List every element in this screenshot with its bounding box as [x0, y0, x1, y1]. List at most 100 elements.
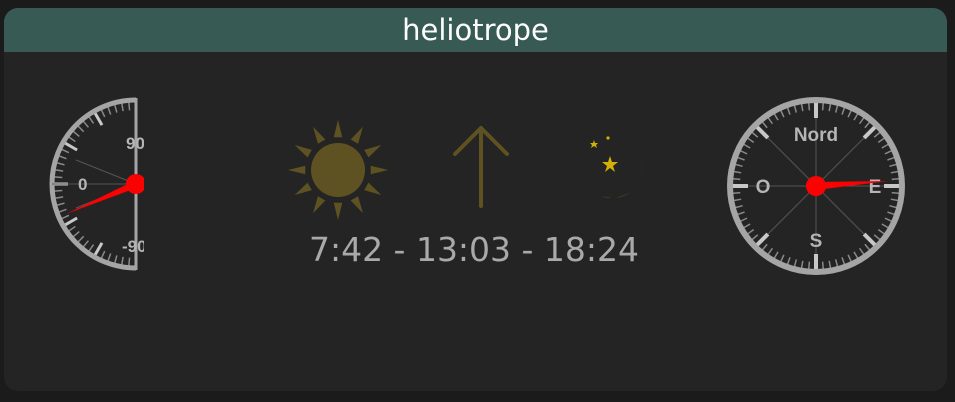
elevation-tick — [56, 162, 65, 166]
heliotrope-card: heliotrope 90 0 -90 7:42 - 13:03 - 18:24 — [4, 8, 947, 391]
sun-icon — [288, 120, 388, 220]
compass-tick — [858, 116, 865, 125]
compass-tick — [742, 143, 751, 149]
compass-tick — [800, 103, 804, 112]
elevation-gauge: 90 0 -90 — [49, 97, 144, 271]
compass-label-east: E — [869, 177, 882, 198]
arrow-up-icon — [453, 126, 509, 208]
compass-tick — [739, 217, 748, 223]
elevation-tick — [72, 130, 80, 138]
compass-tick — [786, 257, 791, 266]
compass-tick — [755, 125, 770, 140]
compass-tick — [847, 109, 853, 118]
elevation-tick — [121, 103, 124, 112]
compass-tick — [736, 156, 745, 161]
elevation-tick — [114, 104, 118, 113]
compass-tick — [834, 104, 839, 113]
compass-tick — [732, 177, 741, 181]
elevation-tick — [68, 136, 76, 143]
elevation-tick — [55, 196, 64, 199]
compass-tick — [887, 156, 896, 161]
elevation-tick — [54, 176, 63, 179]
compass-tick — [890, 198, 899, 202]
sun-times-text: 7:42 - 13:03 - 18:24 — [308, 230, 640, 269]
elevation-tick — [128, 102, 131, 111]
elevation-label-0: 0 — [78, 175, 87, 194]
elevation-tick — [93, 112, 104, 126]
compass-tick — [881, 223, 890, 229]
compass-label-north: Nord — [794, 125, 838, 146]
compass-tick — [834, 259, 839, 268]
compass-tick — [881, 143, 890, 149]
compass-tick — [873, 131, 881, 138]
compass-tick — [853, 251, 859, 260]
moon-stars-icon — [590, 136, 643, 199]
compass-tick — [862, 232, 877, 247]
elevation-tick — [55, 169, 64, 172]
compass-tick — [891, 177, 900, 181]
compass-tick — [733, 198, 742, 202]
compass-tick — [767, 247, 774, 256]
compass-tick — [853, 112, 859, 121]
compass-tick — [887, 211, 896, 216]
compass-tick — [884, 149, 893, 155]
compass-tick — [761, 121, 768, 129]
compass-needle-hub — [806, 176, 826, 196]
elevation-label-90: 90 — [126, 134, 144, 153]
compass-tick — [786, 106, 791, 115]
compass-tick — [779, 109, 785, 118]
elevation-tick — [61, 148, 70, 154]
compass-tick — [746, 228, 755, 235]
azimuth-compass: Nord E S O — [727, 97, 905, 275]
compass-tick — [889, 204, 898, 209]
compass-tick — [877, 228, 886, 235]
elevation-tick — [82, 120, 90, 128]
compass-tick — [793, 259, 798, 268]
compass-tick — [732, 191, 741, 195]
elevation-tick — [107, 253, 112, 262]
elevation-label-minus-90: -90 — [122, 237, 144, 256]
elevation-tick — [100, 109, 106, 118]
compass-tick — [821, 102, 825, 111]
compass-tick — [800, 260, 804, 269]
elevation-tick — [82, 240, 90, 248]
compass-tick — [877, 137, 886, 144]
compass-tick — [841, 257, 846, 266]
elevation-tick — [121, 256, 124, 265]
elevation-tick — [114, 255, 118, 264]
elevation-tick — [61, 214, 70, 220]
compass-tick — [761, 243, 768, 251]
elevation-tick — [107, 106, 112, 115]
elevation-tick — [88, 244, 95, 252]
compass-label-west: O — [756, 177, 771, 198]
elevation-tick — [128, 257, 131, 266]
compass-tick — [779, 254, 785, 263]
compass-tick — [858, 247, 865, 256]
compass-tick — [734, 163, 743, 168]
compass-tick — [828, 260, 832, 269]
elevation-tick — [68, 225, 76, 232]
elevation-tick — [64, 216, 78, 227]
elevation-tick — [88, 116, 95, 124]
compass-tick — [755, 232, 770, 247]
compass-tick — [889, 163, 898, 168]
compass-tick — [742, 223, 751, 229]
compass-tick — [862, 125, 877, 140]
elevation-tick — [64, 141, 78, 152]
compass-tick — [773, 251, 779, 260]
elevation-tick — [77, 125, 85, 133]
elevation-needle-hub — [126, 174, 144, 194]
compass-tick — [891, 191, 900, 195]
elevation-tick — [100, 250, 106, 259]
compass-tick — [751, 234, 759, 241]
elevation-tick — [56, 202, 65, 206]
compass-tick — [873, 234, 881, 241]
compass-tick — [736, 211, 745, 216]
compass-tick — [746, 137, 755, 144]
compass-tick — [807, 102, 811, 111]
card-title: heliotrope — [4, 8, 947, 52]
elevation-tick — [58, 155, 67, 160]
compass-tick — [847, 254, 853, 263]
compass-tick — [739, 149, 748, 155]
compass-tick — [841, 106, 846, 115]
